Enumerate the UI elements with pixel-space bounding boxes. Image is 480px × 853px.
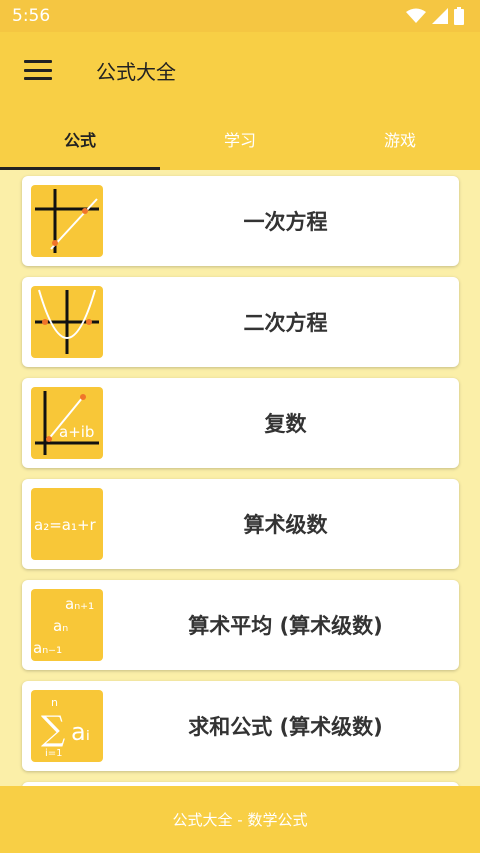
- mean-thumb-bottom: aₙ₋₁: [33, 639, 62, 657]
- battery-icon: [454, 7, 464, 25]
- list-item-arithmetic-progression[interactable]: a₂=a₁+r 算术级数: [22, 479, 459, 569]
- item-label: 求和公式 (算术级数): [188, 715, 383, 739]
- mean-formula-icon: aₙ₊₁ aₙ aₙ₋₁: [31, 589, 103, 661]
- item-label: 二次方程: [243, 311, 328, 335]
- status-bar: 5:56: [0, 0, 480, 32]
- footer-banner: 公式大全 - 数学公式: [0, 786, 480, 853]
- status-time: 5:56: [12, 6, 51, 26]
- item-label: 一次方程: [243, 210, 328, 234]
- sigma-thumb-term: aᵢ: [71, 718, 90, 746]
- complex-thumb-text: a+ib: [59, 423, 94, 441]
- app-title: 公式大全: [96, 59, 176, 84]
- sigma-thumb-bottom: i=1: [45, 748, 63, 759]
- menu-icon[interactable]: [24, 60, 52, 80]
- sigma-symbol: ∑: [41, 709, 65, 749]
- signal-icon: [432, 8, 448, 24]
- list-item-summation[interactable]: n ∑ i=1 aᵢ 求和公式 (算术级数): [22, 681, 459, 771]
- tab-games[interactable]: 游戏: [320, 108, 480, 170]
- item-label: 算术级数: [243, 513, 328, 537]
- footer-text: 公式大全 - 数学公式: [172, 811, 308, 829]
- formula-list[interactable]: 一次方程 二次方程 a+ib 复数 a₂=a₁+r 算术级数 aₙ₊₁ aₙ a…: [0, 170, 480, 786]
- linear-graph-icon: [31, 185, 103, 257]
- sigma-thumb-top: n: [51, 696, 58, 709]
- list-item-arithmetic-mean[interactable]: aₙ₊₁ aₙ aₙ₋₁ 算术平均 (算术级数): [22, 580, 459, 670]
- complex-plane-icon: a+ib: [31, 387, 103, 459]
- list-item-linear-equation[interactable]: 一次方程: [22, 176, 459, 266]
- app-bar: 公式大全: [0, 32, 480, 108]
- sigma-formula-icon: n ∑ i=1 aᵢ: [31, 690, 103, 762]
- list-item-complex-numbers[interactable]: a+ib 复数: [22, 378, 459, 468]
- mean-thumb-middle: aₙ: [53, 617, 68, 635]
- status-icons: [406, 7, 464, 25]
- tab-formulas[interactable]: 公式: [0, 108, 160, 170]
- item-label: 算术平均 (算术级数): [188, 614, 383, 638]
- tab-study[interactable]: 学习: [160, 108, 320, 170]
- tab-bar: 公式 学习 游戏: [0, 108, 480, 170]
- progression-thumb-text: a₂=a₁+r: [34, 516, 97, 534]
- list-item-quadratic-equation[interactable]: 二次方程: [22, 277, 459, 367]
- item-label: 复数: [264, 412, 307, 436]
- progression-formula-icon: a₂=a₁+r: [31, 488, 103, 560]
- wifi-icon: [406, 8, 426, 23]
- mean-thumb-top: aₙ₊₁: [65, 595, 94, 613]
- parabola-graph-icon: [31, 286, 103, 358]
